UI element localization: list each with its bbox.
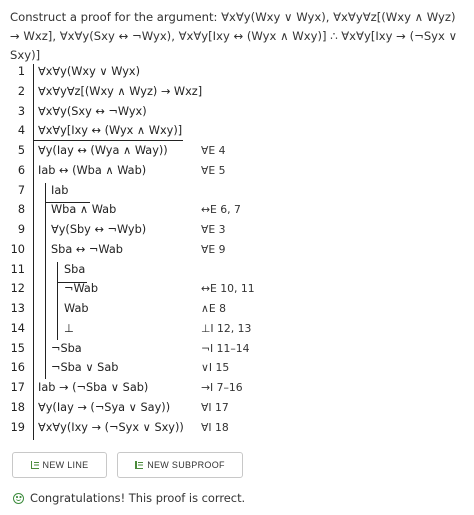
- line-number: 1: [17, 65, 25, 78]
- proof-line[interactable]: 8 Wba ∧ Wab ↔E 6, 7: [0, 201, 474, 220]
- proof-line[interactable]: 12 ¬Wab ↔E 10, 11: [0, 280, 474, 299]
- new-line-label: NEW LINE: [42, 460, 89, 470]
- proof-line[interactable]: 10 Sba ↔ ¬Wab ∀E 9: [0, 241, 474, 260]
- line-formula[interactable]: Iab: [51, 184, 68, 197]
- line-formula[interactable]: ∀x∀y(Ixy → (¬Syx ∨ Sxy)): [38, 421, 184, 434]
- line-number: 10: [10, 242, 25, 256]
- line-number: 15: [10, 341, 25, 355]
- proof-line[interactable]: 18 ∀y(Iay → (¬Sya ∨ Say)) ∀I 17: [0, 399, 474, 418]
- proof-line[interactable]: 3 ∀x∀y(Sxy ↔ ¬Wyx): [0, 103, 474, 122]
- line-justification[interactable]: ⊥I 12, 13: [201, 322, 251, 335]
- line-number: 12: [10, 282, 25, 296]
- line-number: 7: [17, 183, 25, 197]
- line-formula[interactable]: ∀y(Iay → (¬Sya ∨ Say)): [38, 401, 170, 414]
- line-formula[interactable]: Sba ↔ ¬Wab: [51, 243, 123, 256]
- proof-line[interactable]: 16 ¬Sba ∨ Sab ∨I 15: [0, 359, 474, 378]
- line-justification[interactable]: ∀I 17: [201, 401, 229, 414]
- proof-line[interactable]: 13 Wab ∧E 8: [0, 300, 474, 319]
- line-formula[interactable]: ∀x∀y(Sxy ↔ ¬Wyx): [38, 105, 147, 118]
- line-number: 4: [17, 124, 25, 138]
- proof-line[interactable]: 1 ∀x∀y(Wxy ∨ Wyx): [0, 63, 474, 82]
- line-justification[interactable]: ↔E 10, 11: [201, 282, 255, 295]
- line-justification[interactable]: ∀E 3: [201, 223, 226, 236]
- line-formula[interactable]: Iab → (¬Sba ∨ Sab): [38, 381, 148, 394]
- line-formula[interactable]: Iab ↔ (Wba ∧ Wab): [38, 164, 146, 177]
- line-number: 11: [10, 262, 25, 276]
- line-formula[interactable]: ∀y(Sby ↔ ¬Wyb): [51, 223, 146, 236]
- line-justification[interactable]: ∀E 9: [201, 243, 226, 256]
- line-number: 2: [17, 84, 25, 98]
- line-formula[interactable]: Wab: [64, 302, 89, 315]
- proof-line[interactable]: 17 Iab → (¬Sba ∨ Sab) →I 7–16: [0, 379, 474, 398]
- line-justification[interactable]: ∀E 5: [201, 164, 226, 177]
- line-justification[interactable]: ∨I 15: [201, 361, 229, 374]
- line-formula[interactable]: ¬Sba: [51, 342, 82, 355]
- proof-area: 1 ∀x∀y(Wxy ∨ Wyx) 2 ∀x∀y∀z[(Wxy ∧ Wyz) → Wx…: [0, 0, 474, 440]
- line-formula[interactable]: ∀x∀y(Wxy ∨ Wyx): [38, 65, 140, 78]
- new-subproof-label: NEW SUBPROOF: [147, 460, 225, 470]
- proof-line[interactable]: 2 ∀x∀y∀z[(Wxy ∧ Wyz) → Wxz]: [0, 83, 474, 102]
- status-message: Congratulations! This proof is correct.: [30, 491, 246, 505]
- line-number: 9: [17, 223, 25, 236]
- proof-line[interactable]: 5 ∀y(Iay ↔ (Wya ∧ Way)) ∀E 4: [0, 142, 474, 161]
- line-number: 16: [10, 361, 25, 375]
- line-number: 8: [17, 203, 25, 217]
- proof-line[interactable]: 14 ⊥ ⊥I 12, 13: [0, 320, 474, 339]
- line-formula[interactable]: ⊥: [64, 322, 74, 335]
- proof-line[interactable]: 11 Sba: [0, 261, 474, 280]
- line-justification[interactable]: ↔E 6, 7: [201, 203, 241, 216]
- line-number: 13: [10, 302, 25, 315]
- line-justification[interactable]: ¬I 11–14: [201, 342, 250, 355]
- line-formula[interactable]: ∀y(Iay ↔ (Wya ∧ Way)): [38, 144, 168, 157]
- line-formula[interactable]: ∀x∀y∀z[(Wxy ∧ Wyz) → Wxz]: [38, 85, 202, 98]
- new-subproof-button[interactable]: NEW SUBPROOF: [117, 452, 243, 478]
- new-subproof-icon: [135, 461, 144, 469]
- line-justification[interactable]: ∀E 4: [201, 144, 226, 157]
- line-justification[interactable]: ∀I 18: [201, 421, 229, 434]
- line-number: 5: [17, 144, 25, 157]
- new-line-icon: [30, 461, 39, 469]
- proof-status: Congratulations! This proof is correct.: [13, 491, 245, 505]
- new-line-button[interactable]: NEW LINE: [12, 452, 107, 478]
- proof-line[interactable]: 9 ∀y(Sby ↔ ¬Wyb) ∀E 3: [0, 221, 474, 240]
- line-number: 14: [10, 321, 25, 335]
- proof-line[interactable]: 19 ∀x∀y(Ixy → (¬Syx ∨ Sxy)) ∀I 18: [0, 419, 474, 438]
- line-number: 6: [17, 163, 25, 177]
- line-number: 3: [17, 104, 25, 118]
- line-formula[interactable]: ¬Sba ∨ Sab: [51, 361, 118, 374]
- proof-line[interactable]: 15 ¬Sba ¬I 11–14: [0, 340, 474, 359]
- proof-line[interactable]: 4 ∀x∀y[Ixy ↔ (Wyx ∧ Wxy)]: [0, 122, 474, 141]
- line-formula[interactable]: Sba: [64, 263, 85, 276]
- line-number: 19: [10, 420, 25, 434]
- proof-line[interactable]: 6 Iab ↔ (Wba ∧ Wab) ∀E 5: [0, 162, 474, 181]
- proof-line[interactable]: 7 Iab: [0, 182, 474, 201]
- line-formula[interactable]: ∀x∀y[Ixy ↔ (Wyx ∧ Wxy)]: [38, 124, 182, 137]
- smiley-icon: [13, 492, 24, 504]
- line-formula[interactable]: Wba ∧ Wab: [51, 203, 116, 216]
- line-justification[interactable]: ∧E 8: [201, 302, 226, 315]
- line-number: 18: [10, 400, 25, 414]
- line-formula[interactable]: ¬Wab: [64, 282, 98, 295]
- line-justification[interactable]: →I 7–16: [201, 381, 243, 394]
- line-number: 17: [10, 381, 25, 394]
